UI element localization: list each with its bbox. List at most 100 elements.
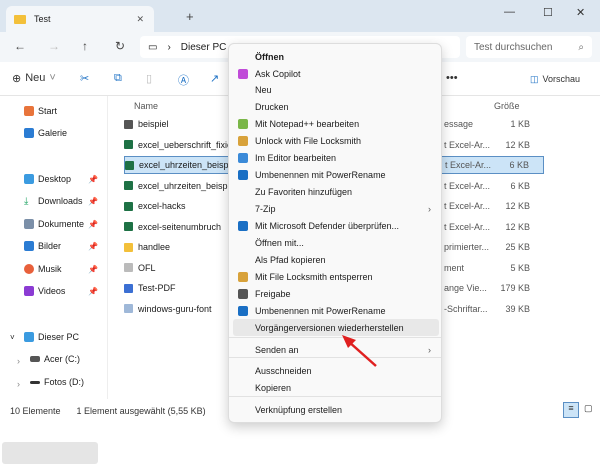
file-size: 6 KB	[510, 180, 530, 191]
menu-item-label: Mit Notepad++ bearbeiten	[255, 118, 360, 129]
sidebar-item-downloads[interactable]: ⤓ Downloads	[24, 196, 83, 207]
sidebar-item-dokumente[interactable]: Dokumente	[24, 219, 84, 229]
menu-item[interactable]: Vorgängerversionen wiederherstellen	[233, 319, 439, 336]
menu-item[interactable]: Öffnen	[233, 48, 439, 65]
file-name: beispiel	[138, 119, 169, 129]
menu-item[interactable]: Unlock with File Locksmith	[233, 132, 439, 149]
copy-icon[interactable]: ⧉	[114, 72, 122, 85]
monitor-icon: ▭	[148, 41, 158, 53]
menu-item[interactable]: Freigabe	[233, 285, 439, 302]
menu-item-label: Verknüpfung erstellen	[255, 404, 343, 415]
menu-item[interactable]: Mit Microsoft Defender überprüfen...	[233, 217, 439, 234]
menu-item-icon	[238, 305, 248, 316]
menu-item[interactable]: Drucken	[233, 98, 439, 115]
tab-test[interactable]: Test ✕	[6, 6, 154, 32]
menu-item[interactable]: Senden an ›	[233, 341, 439, 358]
title-bar: Test ✕ + — ☐ ✕	[0, 0, 600, 32]
details-view-button[interactable]: ≡	[563, 402, 579, 418]
expand-chevron-icon[interactable]: ›	[17, 356, 20, 366]
file-icon	[124, 140, 133, 149]
expand-chevron-icon[interactable]: ›	[17, 379, 20, 389]
sidebar-item-dieser-pc[interactable]: Dieser PC	[24, 332, 79, 342]
menu-item[interactable]: Kopieren	[233, 379, 439, 396]
file-name: handlee	[138, 242, 171, 252]
column-header-size[interactable]: Größe	[494, 101, 520, 111]
selection-info: 1 Element ausgewählt (5,55 KB)	[76, 406, 206, 416]
maximize-button[interactable]: ☐	[543, 6, 553, 19]
music-icon	[24, 264, 34, 274]
menu-item[interactable]: 7-Zip ›	[233, 200, 439, 217]
menu-item[interactable]: Mit Notepad++ bearbeiten	[233, 115, 439, 132]
menu-item-icon	[238, 169, 248, 180]
menu-item[interactable]: Ask Copilot	[233, 65, 439, 82]
paste-icon[interactable]: ▯	[146, 72, 152, 85]
sidebar-item-acer-c[interactable]: Acer (C:)	[30, 354, 80, 364]
sidebar-item-bilder[interactable]: Bilder	[24, 241, 61, 251]
new-tab-button[interactable]: +	[186, 9, 194, 24]
close-tab-icon[interactable]: ✕	[136, 14, 144, 25]
drive-icon	[30, 356, 40, 362]
videos-icon	[24, 286, 34, 296]
menu-item-label: Öffnen mit...	[255, 237, 304, 248]
file-name: excel_uhrzeiten_beispie	[139, 160, 236, 170]
forward-button[interactable]: →	[48, 39, 60, 53]
pin-icon: 📌	[88, 197, 98, 206]
sidebar-item-musik[interactable]: Musik	[24, 264, 62, 274]
home-icon	[24, 106, 34, 116]
file-name: excel_ueberschrift_fixier	[138, 139, 236, 150]
new-label: Neu	[25, 72, 46, 84]
menu-item-label: Als Pfad kopieren	[255, 254, 326, 265]
menu-item-icon	[238, 118, 248, 129]
file-size: 5 KB	[510, 262, 530, 273]
menu-item-icon	[238, 271, 248, 282]
preview-button[interactable]: ◫ Vorschau	[530, 74, 580, 85]
menu-item-label: Mit File Locksmith entsperren	[255, 271, 373, 282]
preview-pane-icon: ◫	[530, 74, 539, 84]
menu-item[interactable]: Verknüpfung erstellen	[233, 401, 439, 418]
expand-chevron-icon[interactable]: ˅	[10, 333, 15, 342]
file-name: windows-guru-font	[138, 303, 212, 314]
column-header-name[interactable]: Name	[134, 101, 158, 111]
sidebar-item-desktop[interactable]: Desktop	[24, 174, 71, 184]
file-icon	[125, 160, 134, 170]
label: Dokumente	[38, 219, 85, 229]
minimize-button[interactable]: —	[504, 6, 515, 18]
up-button[interactable]: ↑	[82, 39, 88, 53]
file-type: primierter...	[444, 242, 490, 252]
menu-item[interactable]: Öffnen mit...	[233, 234, 439, 251]
cut-icon[interactable]: ✂	[80, 72, 89, 85]
menu-item[interactable]: Zu Favoriten hinzufügen	[233, 183, 439, 200]
more-button[interactable]: •••	[446, 72, 458, 84]
menu-item-label: Zu Favoriten hinzufügen	[255, 186, 353, 197]
sidebar-item-videos[interactable]: Videos	[24, 286, 65, 296]
file-size: 12 KB	[505, 221, 530, 232]
sidebar-item-fotos-d[interactable]: Fotos (D:)	[30, 377, 84, 387]
folder-icon	[14, 14, 26, 24]
menu-item-icon	[238, 288, 248, 299]
new-button[interactable]: ⊕ Neu ˅	[12, 72, 56, 85]
menu-item[interactable]: Umbenennen mit PowerRename	[233, 166, 439, 183]
menu-item[interactable]: Mit File Locksmith entsperren	[233, 268, 439, 285]
menu-item[interactable]: Ausschneiden	[233, 362, 439, 379]
file-icon	[124, 242, 133, 252]
file-size: 1 KB	[510, 119, 530, 129]
menu-item[interactable]: Neu	[233, 81, 439, 98]
menu-item[interactable]: Als Pfad kopieren	[233, 251, 439, 268]
label: Bilder	[38, 241, 62, 251]
item-count: 10 Elemente	[10, 406, 61, 416]
rename-icon[interactable]: Ⓐ	[178, 72, 189, 88]
close-button[interactable]: ✕	[576, 6, 585, 19]
refresh-button[interactable]: ↻	[115, 39, 125, 53]
sidebar-item-galerie[interactable]: Galerie	[24, 128, 67, 138]
search-input[interactable]: Test durchsuchen ⌕	[466, 36, 592, 58]
menu-item[interactable]: Umbenennen mit PowerRename	[233, 302, 439, 319]
sidebar-item-start[interactable]: Start	[24, 106, 57, 116]
back-button[interactable]: ←	[14, 39, 26, 53]
menu-item[interactable]: Im Editor bearbeiten	[233, 149, 439, 166]
share-icon[interactable]: ↗	[210, 72, 219, 85]
menu-item-label: Im Editor bearbeiten	[255, 152, 337, 163]
tiles-view-button[interactable]: ▢	[584, 403, 593, 414]
file-type: t Excel-Ar...	[444, 180, 491, 191]
pin-icon: 📌	[88, 220, 98, 229]
menu-item-label: Ausschneiden	[255, 365, 312, 376]
